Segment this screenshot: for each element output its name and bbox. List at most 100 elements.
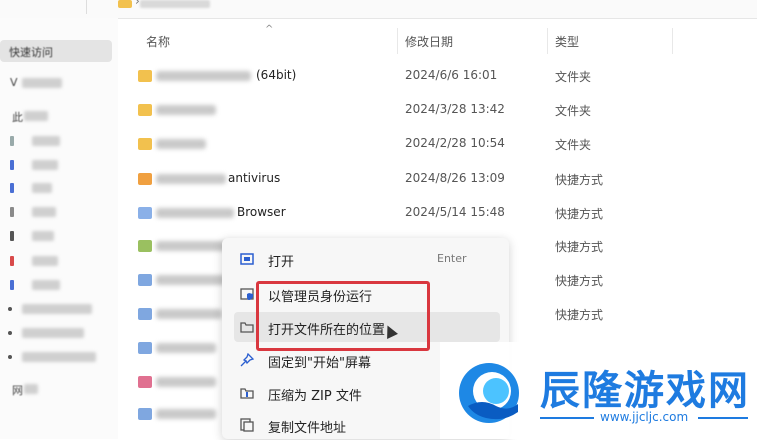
sidebar-item-network-location[interactable] (0, 302, 100, 316)
antivirus-shortcut-icon (138, 173, 152, 185)
pin-icon (240, 353, 254, 367)
file-type: 快捷方式 (555, 173, 604, 187)
shortcut-icon (138, 408, 152, 420)
file-name-blurred (156, 409, 216, 419)
column-divider[interactable] (672, 28, 673, 54)
column-divider[interactable] (547, 28, 548, 54)
copy-path-icon (240, 418, 254, 432)
file-name-blurred (156, 208, 234, 218)
shortcut-hint: Enter (437, 252, 467, 265)
file-name-blurred (156, 105, 216, 115)
sidebar-item-drive[interactable] (10, 229, 70, 243)
sidebar-item-label (32, 136, 60, 146)
folder-icon (118, 0, 132, 8)
breadcrumb[interactable] (140, 0, 210, 8)
sidebar-item-label (32, 160, 58, 170)
sidebar-item-label (22, 328, 84, 338)
sidebar-item-label (32, 280, 60, 290)
file-type: 文件夹 (555, 138, 592, 152)
folder-icon (138, 138, 152, 150)
menu-item-label: 复制文件地址 (268, 421, 347, 436)
shortcut-icon (138, 342, 152, 354)
file-date: 2024/3/28 13:42 (405, 102, 505, 116)
sidebar-item-label (32, 207, 56, 217)
admin-shield-icon (240, 288, 254, 300)
divider (698, 417, 748, 419)
sort-ascending-icon: ^ (265, 24, 274, 35)
menu-item-open[interactable]: 打开 Enter (222, 244, 509, 274)
file-name-blurred (156, 377, 216, 387)
file-date: 2024/2/28 10:54 (405, 136, 505, 150)
file-date: 2024/5/14 15:48 (405, 205, 505, 219)
bullet-icon (8, 355, 12, 359)
highlight-annotation (256, 281, 430, 351)
watermark-logo-icon (459, 363, 519, 423)
sidebar-item-label (22, 78, 62, 88)
sidebar-item-network-location[interactable] (0, 350, 100, 364)
browser-shortcut-icon (138, 207, 152, 219)
file-type: 快捷方式 (555, 240, 604, 254)
column-divider[interactable] (397, 28, 398, 54)
shortcut-icon (138, 308, 152, 320)
file-type: 快捷方式 (555, 308, 604, 322)
sidebar-item-label (22, 304, 92, 314)
sidebar-item-drive[interactable] (10, 278, 70, 292)
file-row[interactable]: Browser 2024/5/14 15:48 快捷方式 (132, 199, 692, 227)
sidebar-item-label (22, 352, 96, 362)
file-name: antivirus (228, 171, 281, 185)
menu-item-label: 固定到"开始"屏幕 (268, 356, 371, 371)
column-header-date[interactable]: 修改日期 (405, 33, 453, 50)
navigation-pane: 快速访问 V 此 网 (0, 18, 118, 439)
sidebar-item-network-location[interactable] (0, 326, 100, 340)
sidebar-item-label (32, 256, 58, 266)
menu-item-label: 压缩为 ZIP 文件 (268, 389, 362, 404)
drive-icon (10, 256, 14, 266)
bullet-icon (8, 331, 12, 335)
zip-folder-icon (240, 388, 254, 399)
folder-icon (138, 104, 152, 116)
sidebar-item-drive[interactable] (10, 254, 70, 268)
shortcut-icon (138, 274, 152, 286)
file-row[interactable]: 2024/3/28 13:42 文件夹 (132, 96, 692, 124)
sidebar-item-quick-access[interactable]: 快速访问 (0, 40, 112, 62)
sidebar-item-drive[interactable] (10, 181, 70, 195)
file-type: 快捷方式 (555, 207, 604, 221)
file-name-blurred (156, 174, 226, 184)
file-row[interactable]: antivirus 2024/8/26 13:09 快捷方式 (132, 165, 692, 193)
file-name-blurred (156, 71, 251, 81)
sidebar-item-label: 快速访问 (9, 46, 53, 59)
file-name-blurred (156, 309, 222, 319)
address-bar[interactable]: › (0, 0, 757, 19)
file-type: 快捷方式 (555, 274, 604, 288)
sidebar-item-label (24, 384, 38, 394)
drive-icon (10, 183, 14, 193)
menu-item-label: 打开 (268, 255, 295, 270)
divider (540, 417, 594, 419)
file-row[interactable]: 2024/2/28 10:54 文件夹 (132, 130, 692, 158)
folder-outline-icon (240, 322, 254, 333)
drive-icon (10, 136, 14, 146)
sidebar-item-drive[interactable] (10, 205, 70, 219)
sidebar-item-drive[interactable] (10, 158, 70, 172)
bullet-icon (8, 307, 12, 311)
column-header-type[interactable]: 类型 (555, 33, 579, 50)
file-type: 文件夹 (555, 104, 592, 118)
folder-icon (138, 70, 152, 82)
sidebar-item-label (32, 183, 52, 193)
watermark-url: www.jjcljc.com (600, 410, 689, 424)
column-header-name[interactable]: 名称 (146, 33, 170, 50)
file-name-blurred (156, 275, 226, 285)
file-name-blurred (156, 139, 206, 149)
drive-icon (10, 280, 14, 290)
file-date: 2024/6/6 16:01 (405, 68, 498, 82)
file-name: (64bit) (256, 68, 297, 82)
file-date: 2024/8/26 13:09 (405, 171, 505, 185)
shortcut-icon (138, 376, 152, 388)
file-row[interactable]: (64bit) 2024/6/6 16:01 文件夹 (132, 62, 692, 90)
sidebar-item-drive[interactable] (10, 134, 70, 148)
watermark-title: 辰隆游戏网 (540, 368, 750, 414)
drive-icon (10, 160, 14, 170)
drive-icon (10, 207, 14, 217)
file-type: 文件夹 (555, 70, 592, 84)
watermark: 辰隆游戏网 www.jjcljc.com (440, 342, 757, 439)
